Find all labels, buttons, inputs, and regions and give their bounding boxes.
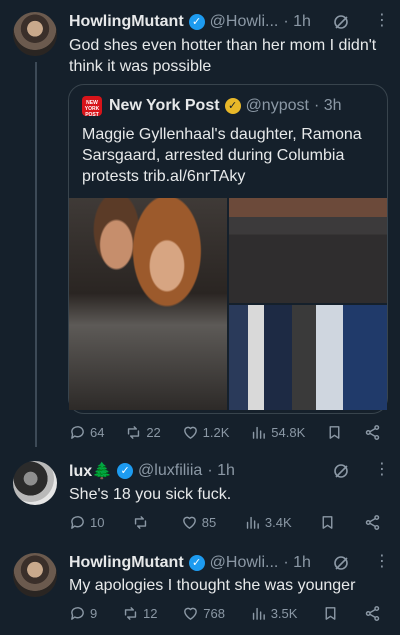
repost-button[interactable]: 12 [122, 605, 157, 622]
tweet-text: She's 18 you sick fuck. [69, 486, 232, 503]
quote-display-name[interactable]: New York Post [109, 97, 220, 115]
like-count: 1.2K [202, 424, 230, 440]
verified-badge-icon: ✓ [117, 463, 134, 479]
avatar[interactable] [13, 553, 57, 597]
share-button[interactable] [364, 605, 381, 622]
bookmark-button[interactable] [319, 514, 336, 531]
like-button[interactable]: 768 [182, 605, 225, 622]
more-icon[interactable]: ⋮ [374, 554, 390, 570]
view-count: 54.8K [271, 424, 306, 440]
timestamp[interactable]: · 1h [207, 462, 235, 480]
bookmark-icon [322, 515, 333, 529]
repost-icon [134, 515, 147, 529]
views-button[interactable]: 3.5K [250, 605, 298, 622]
like-button[interactable]: 85 [181, 514, 216, 531]
heart-icon [183, 426, 197, 439]
share-icon [365, 424, 380, 440]
display-name[interactable]: HowlingMutant [69, 554, 184, 572]
share-button[interactable] [364, 424, 381, 441]
more-icon[interactable]: ⋮ [374, 462, 390, 478]
repost-icon [128, 425, 140, 439]
reply-button[interactable]: 64 [69, 424, 104, 441]
timestamp[interactable]: · 1h [283, 13, 311, 31]
grok-icon[interactable] [333, 14, 349, 30]
bookmark-icon [325, 606, 336, 620]
verified-badge-icon: ✓ [188, 14, 205, 30]
quote-image-main[interactable] [69, 198, 227, 410]
views-button[interactable]: 54.8K [250, 424, 305, 441]
repost-button[interactable]: 22 [125, 424, 161, 441]
reply-icon [71, 515, 84, 529]
verified-badge-icon: ✓ [188, 555, 205, 571]
verified-gold-badge-icon: ✓ [224, 98, 241, 114]
share-icon [365, 605, 380, 621]
reply-button[interactable]: 9 [69, 605, 97, 622]
timestamp[interactable]: · 1h [283, 554, 311, 572]
views-icon [252, 607, 265, 620]
reply-button[interactable]: 10 [69, 514, 104, 531]
share-icon [365, 514, 380, 530]
tweet-text: My apologies I thought she was younger [69, 577, 356, 594]
view-count: 3.4K [264, 514, 292, 530]
handle[interactable]: @luxfiliia [138, 462, 202, 480]
quote-image-police[interactable] [229, 305, 387, 410]
repost-icon [124, 606, 137, 620]
thread-line [35, 62, 37, 447]
like-count: 768 [203, 605, 225, 621]
nypost-logo-icon: NEW YORK POST [82, 96, 102, 118]
avatar[interactable] [13, 461, 57, 505]
grok-icon[interactable] [333, 463, 349, 479]
reply-count: 9 [90, 605, 98, 621]
quote-timestamp[interactable]: · 3h [314, 97, 342, 115]
handle[interactable]: @Howli... [210, 554, 279, 572]
reply-icon [71, 425, 84, 439]
action-bar: 64 22 1.2K 54.8K [69, 422, 381, 442]
view-count: 3.5K [270, 605, 298, 621]
heart-icon [184, 607, 198, 620]
handle[interactable]: @Howli... [210, 13, 279, 31]
like-button[interactable]: 1.2K [182, 424, 230, 441]
more-icon[interactable]: ⋮ [374, 13, 390, 29]
reply-count: 64 [90, 424, 105, 440]
avatar[interactable] [13, 12, 57, 56]
repost-count: 22 [146, 424, 161, 440]
repost-count: 12 [143, 605, 158, 621]
display-name[interactable]: lux🌲 [69, 461, 112, 481]
action-bar: 10 85 3.4K [69, 512, 381, 532]
grok-icon[interactable] [333, 555, 349, 571]
display-name[interactable]: HowlingMutant [69, 13, 184, 31]
share-button[interactable] [364, 514, 381, 531]
quote-text: Maggie Gyllenhaal's daughter, Ramona Sar… [82, 126, 362, 185]
quote-image-crowd[interactable] [229, 198, 387, 303]
bookmark-button[interactable] [322, 605, 339, 622]
bookmark-button[interactable] [326, 424, 343, 441]
tweet-text: God shes even hotter than her mom I didn… [69, 37, 377, 75]
reply-icon [71, 606, 84, 620]
quote-handle[interactable]: @nypost [246, 97, 309, 115]
bookmark-icon [329, 425, 340, 439]
repost-button[interactable] [132, 514, 153, 531]
heart-icon [182, 516, 196, 529]
action-bar: 9 12 768 3.5K [69, 603, 381, 623]
views-icon [253, 426, 266, 439]
reply-count: 10 [90, 514, 105, 530]
views-icon [246, 516, 259, 529]
like-count: 85 [201, 514, 217, 530]
views-button[interactable]: 3.4K [244, 514, 292, 531]
quote-header: New York Post ✓ @nypost · 3h [109, 96, 379, 116]
